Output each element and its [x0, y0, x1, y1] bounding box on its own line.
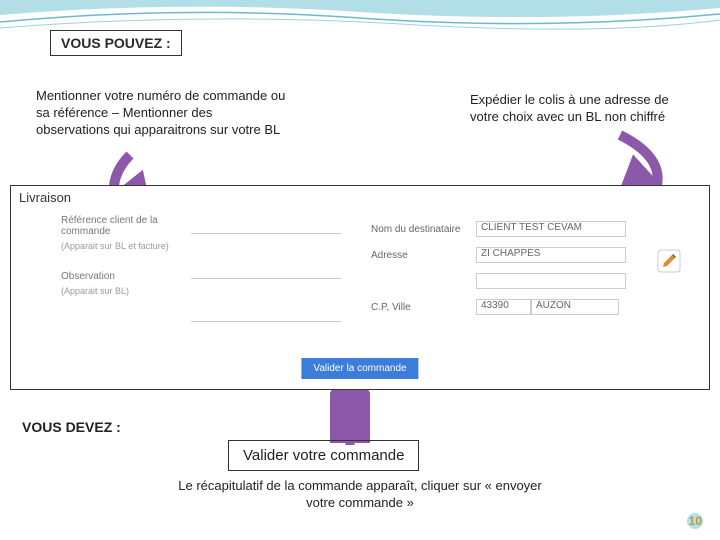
page-number: 10: [689, 514, 702, 528]
dest-label: Nom du destinataire: [371, 224, 476, 235]
title-pouvez: VOUS POUVEZ :: [50, 30, 182, 56]
obs-sublabel: (Apparait sur BL): [11, 286, 371, 296]
edit-icon[interactable]: [657, 249, 681, 273]
callout-right: Expédier le colis à une adresse de votre…: [470, 92, 680, 126]
ref-label: Référence client de la commande: [61, 215, 191, 237]
delivery-form: Livraison Référence client de la command…: [10, 185, 710, 390]
addr-label: Adresse: [371, 250, 476, 261]
ref-sublabel: (Apparait sur BL et facture): [11, 241, 371, 251]
addr-input[interactable]: ZI CHAPPES: [476, 247, 626, 263]
ville-input[interactable]: AUZON: [531, 299, 619, 315]
cp-label: C.P, Ville: [371, 302, 476, 313]
callout-validate: Valider votre commande: [228, 440, 419, 471]
ref-input[interactable]: [191, 220, 341, 234]
extra-input[interactable]: [191, 308, 341, 322]
form-section-title: Livraison: [11, 186, 709, 209]
bottom-instruction: Le récapitulatif de la commande apparaît…: [170, 478, 550, 512]
addr2-input[interactable]: [476, 273, 626, 289]
validate-button[interactable]: Valider la commande: [301, 358, 418, 379]
title-devez: VOUS DEVEZ :: [22, 418, 121, 436]
dest-input[interactable]: CLIENT TEST CEVAM: [476, 221, 626, 237]
obs-label: Observation: [61, 271, 191, 282]
cp-input[interactable]: 43390: [476, 299, 531, 315]
callout-left: Mentionner votre numéro de commande ou s…: [36, 88, 286, 139]
obs-input[interactable]: [191, 265, 341, 279]
